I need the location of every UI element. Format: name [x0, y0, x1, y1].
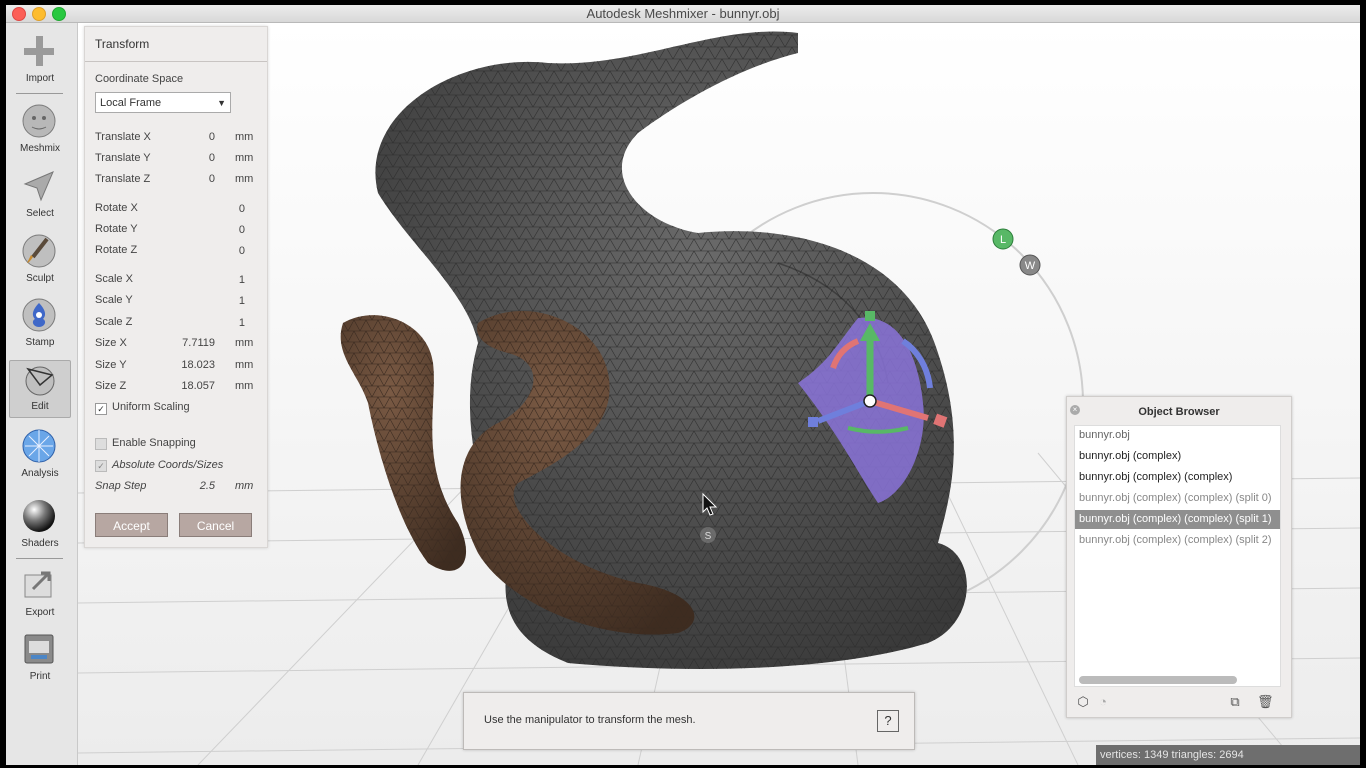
- snap-step-field[interactable]: 2.5: [155, 480, 215, 492]
- horizontal-scrollbar[interactable]: [1079, 676, 1237, 684]
- meshmix-icon: [21, 103, 57, 139]
- scale-z-handle: [808, 417, 818, 427]
- list-item[interactable]: bunnyr.obj (complex) (complex) (split 2): [1075, 531, 1280, 550]
- toolbar-export[interactable]: Export: [6, 567, 74, 623]
- shader-sphere-icon: [21, 498, 57, 534]
- toolbar-stamp[interactable]: Stamp: [6, 297, 74, 353]
- svg-text:L: L: [1000, 234, 1006, 246]
- object-list: bunnyr.obj bunnyr.obj (complex) bunnyr.o…: [1074, 425, 1281, 687]
- rotate-z-field[interactable]: 0: [185, 245, 245, 257]
- translate-y-field[interactable]: 0: [155, 152, 215, 164]
- coordinate-space-label: Coordinate Space: [95, 73, 184, 85]
- edit-icon: [22, 361, 58, 397]
- list-item-selected[interactable]: bunnyr.obj (complex) (complex) (split 1): [1075, 510, 1280, 529]
- scale-z-field[interactable]: 1: [185, 317, 245, 329]
- list-item[interactable]: bunnyr.obj (complex) (complex) (split 0): [1075, 489, 1280, 508]
- title-bar: Autodesk Meshmixer - bunnyr.obj: [6, 5, 1360, 23]
- coordinate-space-select[interactable]: Local Frame ▼: [95, 92, 231, 113]
- translate-x-field[interactable]: 0: [155, 131, 215, 143]
- toolbar-print[interactable]: Print: [6, 631, 74, 687]
- svg-text:S: S: [705, 531, 712, 542]
- svg-text:W: W: [1025, 260, 1036, 272]
- chevron-down-icon: ▼: [217, 98, 226, 108]
- window-title: Autodesk Meshmixer - bunnyr.obj: [586, 6, 780, 21]
- list-item[interactable]: bunnyr.obj (complex) (complex): [1075, 468, 1280, 487]
- object-browser-title: Object Browser: [1138, 406, 1220, 418]
- trash-icon[interactable]: 🗑: [1257, 694, 1274, 710]
- toolbar-meshmix[interactable]: Meshmix: [6, 103, 74, 159]
- world-frame-toggle[interactable]: W: [1019, 254, 1041, 276]
- size-z-field[interactable]: 18.057: [155, 380, 215, 392]
- cube-icon[interactable]: ⬡: [1075, 694, 1091, 710]
- hint-bar: Use the manipulator to transform the mes…: [463, 692, 915, 750]
- mesh-stats: vertices: 1349 triangles: 2694: [1096, 745, 1360, 765]
- pie-chart-icon[interactable]: ◔: [1095, 694, 1111, 710]
- plus-icon: [21, 33, 57, 69]
- toolbar-shaders[interactable]: Shaders: [6, 498, 74, 554]
- duplicate-icon[interactable]: ⧉: [1227, 694, 1243, 710]
- rotate-x-field[interactable]: 0: [185, 203, 245, 215]
- hint-text: Use the manipulator to transform the mes…: [484, 714, 696, 726]
- scale-x-field[interactable]: 1: [185, 274, 245, 286]
- gizmo-center: [863, 394, 877, 408]
- analysis-icon: [21, 428, 57, 464]
- cancel-button[interactable]: Cancel: [179, 513, 252, 537]
- local-frame-toggle[interactable]: L: [992, 228, 1014, 250]
- absolute-coords-checkbox[interactable]: ✓: [95, 460, 107, 472]
- toolbar-sculpt[interactable]: Sculpt: [6, 233, 74, 289]
- uniform-scaling-checkbox[interactable]: ✓: [95, 403, 107, 415]
- translate-z-field[interactable]: 0: [155, 173, 215, 185]
- toolbar-select[interactable]: Select: [6, 168, 74, 224]
- transform-panel: Transform Coordinate Space Local Frame ▼…: [84, 26, 268, 548]
- size-x-field[interactable]: 7.7119: [155, 337, 215, 349]
- select-arrow-icon: [21, 168, 57, 204]
- printer-icon: [21, 631, 57, 667]
- app-window: Autodesk Meshmixer - bunnyr.obj L W S Im…: [6, 5, 1360, 765]
- brush-icon: [21, 233, 57, 269]
- list-item[interactable]: bunnyr.obj (complex): [1075, 447, 1280, 466]
- snap-toggle[interactable]: S: [700, 527, 716, 543]
- enable-snapping-checkbox[interactable]: [95, 438, 107, 450]
- accept-button[interactable]: Accept: [95, 513, 168, 537]
- size-y-field[interactable]: 18.023: [155, 359, 215, 371]
- scale-y-field[interactable]: 1: [185, 295, 245, 307]
- panel-title: Transform: [95, 37, 150, 51]
- toolbar-import[interactable]: Import: [6, 33, 74, 89]
- scale-y-handle: [865, 311, 875, 321]
- stamp-icon: [21, 297, 57, 333]
- help-button[interactable]: ?: [877, 710, 899, 732]
- list-item[interactable]: bunnyr.obj: [1075, 426, 1280, 445]
- toolbar-edit[interactable]: Edit: [9, 360, 71, 418]
- toolbar-analysis[interactable]: Analysis: [6, 428, 74, 484]
- export-icon: [21, 567, 57, 603]
- object-browser-panel: × Object Browser bunnyr.obj bunnyr.obj (…: [1066, 396, 1292, 718]
- rotate-y-field[interactable]: 0: [185, 224, 245, 236]
- main-toolbar: Import Meshmix Select Sculpt Stamp Edit …: [6, 23, 78, 765]
